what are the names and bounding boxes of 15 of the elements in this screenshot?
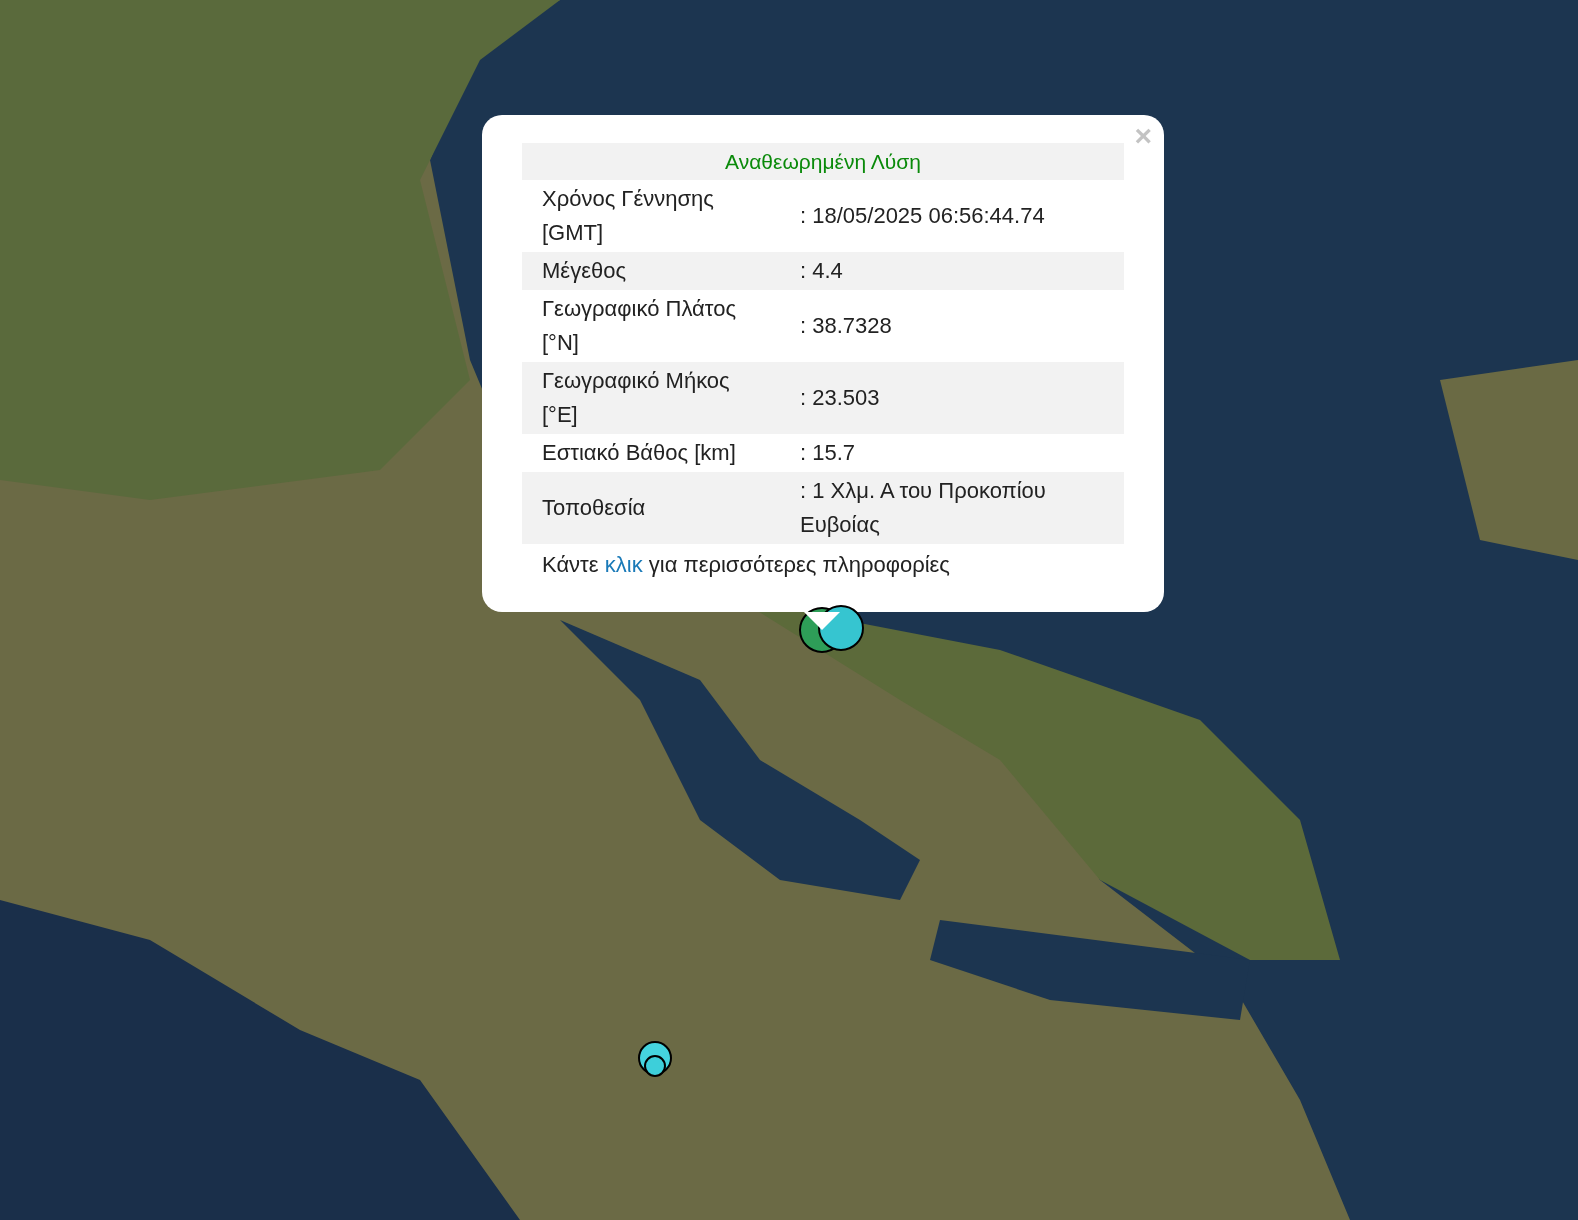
field-label: Χρόνος Γέννησης [GMT] — [542, 185, 715, 247]
field-value: : 1 Χλμ. Α του Προκοπίου Ευβοίας — [800, 477, 1047, 539]
field-value: : 4.4 — [800, 257, 844, 285]
more-info-text: Κάντε κλικ για περισσότερες πληροφορίες — [542, 552, 950, 577]
field-label: Τοποθεσία — [542, 494, 647, 522]
field-label: Εστιακό Βάθος [km] — [542, 439, 737, 467]
field-label: Μέγεθος — [542, 257, 627, 285]
popup-title: Αναθεωρημένη Λύση — [522, 143, 1124, 180]
field-value: : 38.7328 — [800, 312, 893, 340]
more-info-link[interactable]: κλικ — [604, 552, 643, 577]
field-label: Γεωγραφικό Πλάτος [°N] — [542, 295, 738, 357]
field-value: : 15.7 — [800, 439, 857, 467]
field-value: : 18/05/2025 06:56:44.74 — [800, 202, 1046, 230]
field-label: Γεωγραφικό Μήκος [°E] — [542, 367, 731, 429]
field-value: : 23.503 — [800, 384, 881, 412]
